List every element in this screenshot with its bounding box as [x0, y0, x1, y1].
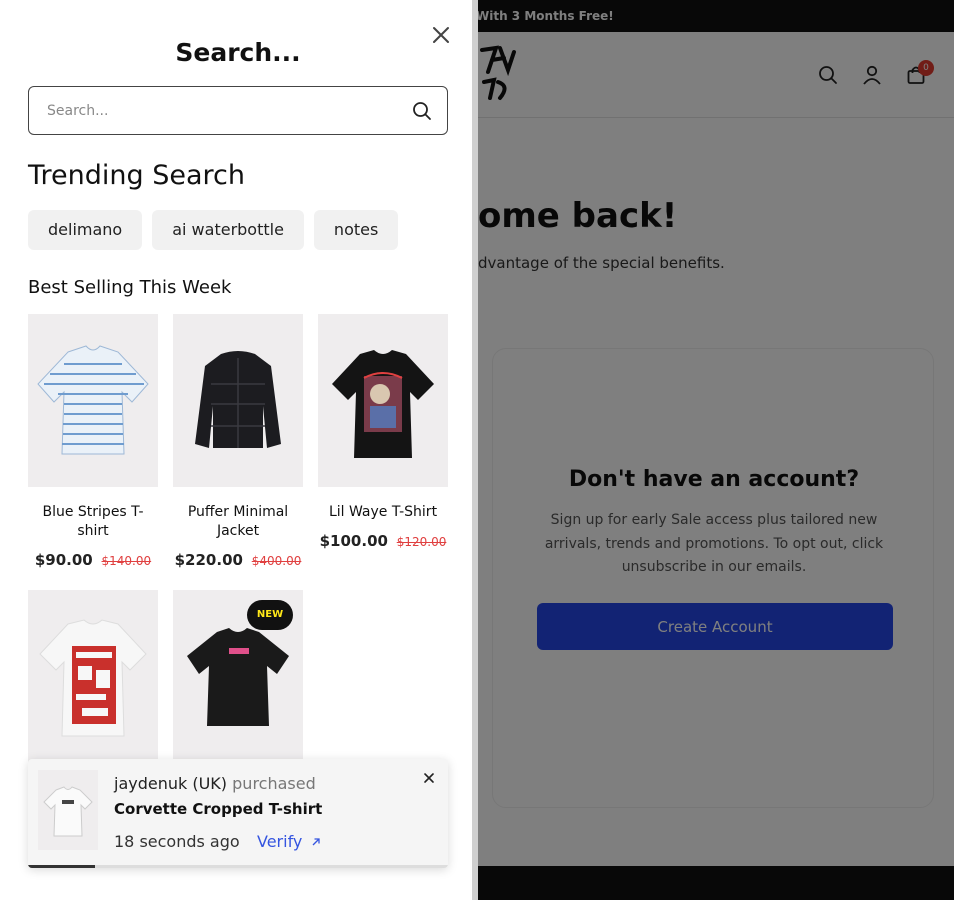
search-drawer: Search... Trending Search delimano ai wa… — [0, 0, 472, 900]
best-selling-title: Best Selling This Week — [28, 277, 232, 298]
trending-search-title: Trending Search — [28, 160, 245, 191]
close-icon[interactable] — [428, 22, 454, 48]
black-puffer-jacket-image[interactable] — [173, 314, 303, 487]
new-badge: NEW — [247, 600, 293, 630]
compare-price: $400.00 — [251, 554, 302, 568]
search-input[interactable] — [47, 99, 407, 123]
verify-label: Verify — [257, 832, 303, 851]
sale-price: $90.00 — [34, 551, 93, 569]
black-cropped-tshirt-image[interactable]: NEW — [173, 590, 303, 763]
product-name[interactable]: Blue Stripes T-shirt — [28, 503, 158, 541]
trending-chips: delimano ai waterbottle notes — [28, 210, 399, 250]
trending-chip[interactable]: delimano — [28, 210, 143, 250]
product-price: $90.00 $140.00 — [28, 551, 158, 569]
compare-price: $140.00 — [101, 554, 152, 568]
drawer-scrollbar[interactable] — [472, 0, 478, 900]
purchase-time: 18 seconds ago — [114, 832, 240, 851]
verify-link[interactable]: Verify — [257, 832, 321, 851]
trending-chip[interactable]: ai waterbottle — [152, 210, 304, 250]
purchase-message: jaydenuk (UK) purchased — [114, 774, 316, 793]
drawer-title: Search... — [175, 38, 301, 67]
product-price: $100.00 $120.00 — [318, 532, 448, 550]
toast-progress-bar — [28, 865, 448, 868]
purchased-product-name[interactable]: Corvette Cropped T-shirt — [114, 800, 322, 818]
search-icon[interactable] — [411, 100, 433, 122]
customer-name: jaydenuk (UK) — [114, 774, 228, 793]
toast-progress-fill — [28, 865, 96, 868]
product-card[interactable]: Blue Stripes T-shirt $90.00 $140.00 — [28, 314, 158, 569]
product-card[interactable]: Lil Waye T-Shirt $100.00 $120.00 — [318, 314, 448, 550]
product-card[interactable] — [28, 590, 158, 779]
product-card[interactable]: NEW — [173, 590, 303, 779]
graphic-black-tshirt-image[interactable] — [318, 314, 448, 487]
product-name[interactable]: Lil Waye T-Shirt — [318, 503, 448, 522]
striped-tshirt-image[interactable] — [28, 314, 158, 487]
purchased-product-image[interactable] — [38, 770, 98, 850]
trending-chip[interactable]: notes — [313, 210, 399, 250]
close-icon[interactable] — [421, 770, 437, 786]
sale-price: $100.00 — [319, 532, 388, 550]
product-card[interactable]: Puffer Minimal Jacket $220.00 $400.00 — [173, 314, 303, 569]
search-box — [28, 86, 448, 135]
purchase-action: purchased — [232, 774, 316, 793]
product-name[interactable]: Puffer Minimal Jacket — [173, 503, 303, 541]
sale-price: $220.00 — [174, 551, 243, 569]
compare-price: $120.00 — [396, 535, 447, 549]
external-arrow-icon — [313, 838, 321, 846]
white-graphic-tshirt-image[interactable] — [28, 590, 158, 763]
product-price: $220.00 $400.00 — [173, 551, 303, 569]
recent-purchase-toast: jaydenuk (UK) purchased Corvette Cropped… — [28, 759, 448, 868]
